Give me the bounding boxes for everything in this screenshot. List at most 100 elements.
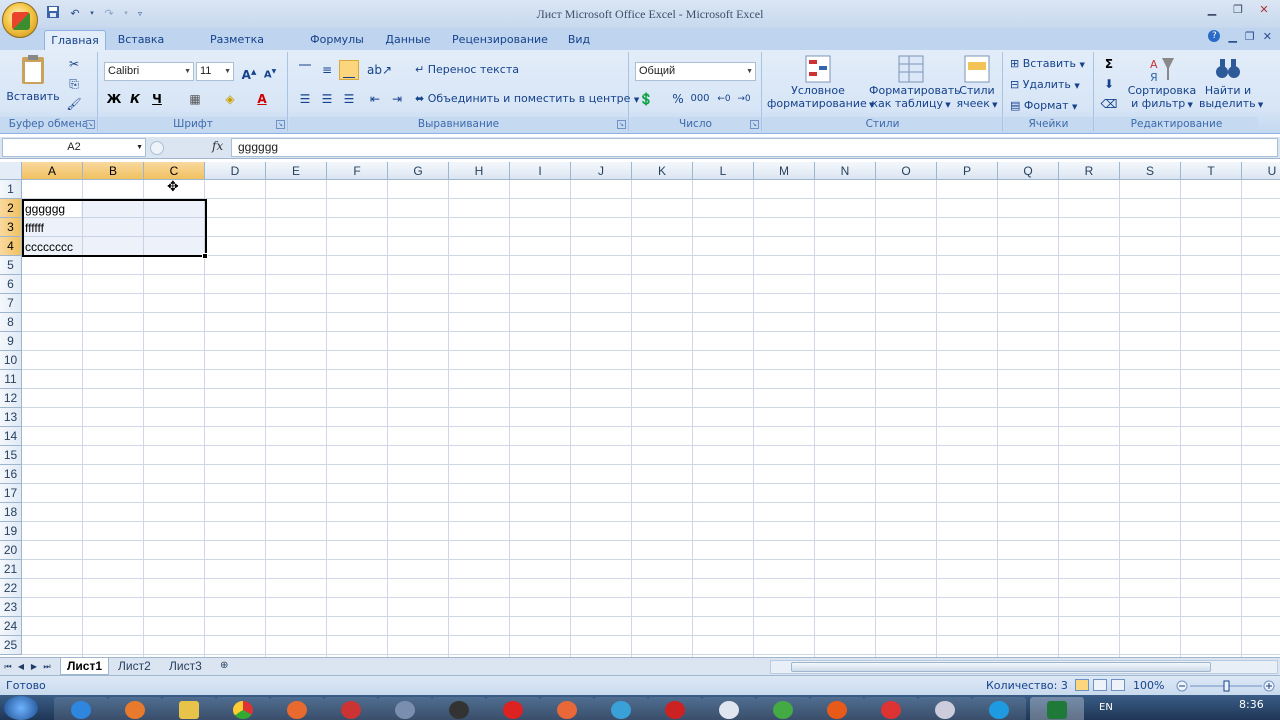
number-format-select[interactable]: Общий ▼ [635,62,756,81]
column-header-s[interactable]: S [1120,162,1181,180]
borders-icon[interactable]: ▦ [185,89,205,109]
normal-view-icon[interactable] [1075,679,1089,691]
fill-handle[interactable] [202,253,208,259]
tab-data[interactable]: Данные [380,30,436,50]
row-header-12[interactable]: 12 [0,389,22,408]
taskbar-app5-icon[interactable] [594,697,648,720]
number-launcher-icon[interactable]: ↘ [750,120,759,129]
page-break-view-icon[interactable] [1111,679,1125,691]
column-header-p[interactable]: P [937,162,998,180]
row-header-9[interactable]: 9 [0,332,22,351]
insert-function-button[interactable]: fx [212,139,223,153]
row-header-18[interactable]: 18 [0,503,22,522]
accounting-format-icon[interactable]: 💲 [636,89,656,109]
column-header-k[interactable]: K [632,162,693,180]
font-launcher-icon[interactable]: ↘ [276,120,285,129]
grow-font-icon[interactable]: A▲ [239,62,259,82]
orientation-icon[interactable]: ab↗ [367,60,392,80]
row-header-20[interactable]: 20 [0,541,22,560]
taskbar-excel-icon[interactable] [1030,697,1084,720]
column-header-c[interactable]: C [144,162,205,180]
zoom-level[interactable]: 100% [1133,679,1164,692]
tab-review[interactable]: Рецензирование [448,30,552,50]
fill-icon[interactable]: ⬇ [1099,74,1119,94]
sheet-tab-2[interactable]: Лист2 [112,658,157,675]
cell-a2[interactable]: gggggg [23,200,65,218]
row-header-17[interactable]: 17 [0,484,22,503]
column-header-g[interactable]: G [388,162,449,180]
column-header-o[interactable]: O [876,162,937,180]
thousands-button[interactable]: 000 [690,89,710,109]
cell-a4[interactable]: cccccccc [23,238,73,256]
horizontal-scrollbar[interactable] [770,660,1278,674]
column-header-j[interactable]: J [571,162,632,180]
prev-sheet-icon[interactable]: ◀ [15,660,27,673]
formula-divider-icon[interactable] [150,141,164,155]
clipboard-launcher-icon[interactable]: ↘ [86,120,95,129]
taskbar-explorer-icon[interactable] [162,697,216,720]
row-header-8[interactable]: 8 [0,313,22,332]
row-header-3[interactable]: 3 [0,218,22,237]
cut-icon[interactable]: ✂ [64,54,84,74]
align-middle-icon[interactable]: ≡ [317,60,337,80]
column-header-q[interactable]: Q [998,162,1059,180]
row-header-13[interactable]: 13 [0,408,22,427]
doc-restore-icon[interactable]: ❐ [1245,30,1255,43]
office-button[interactable] [2,2,38,38]
column-header-n[interactable]: N [815,162,876,180]
conditional-formatting-button[interactable]: Условное форматирование ▼ [767,54,874,110]
shrink-font-icon[interactable]: A▼ [260,62,280,82]
format-as-table-button[interactable]: Форматировать как таблицу ▼ [869,54,961,110]
row-header-24[interactable]: 24 [0,617,22,636]
taskbar-skype-icon[interactable] [972,697,1026,720]
column-header-t[interactable]: T [1181,162,1242,180]
merge-center-button[interactable]: ⬌ Объединить и поместить в центре ▼ [415,92,639,105]
row-header-22[interactable]: 22 [0,579,22,598]
row-header-7[interactable]: 7 [0,294,22,313]
page-layout-view-icon[interactable] [1093,679,1107,691]
taskbar-app2-icon[interactable] [378,697,432,720]
row-header-14[interactable]: 14 [0,427,22,446]
decrease-indent-icon[interactable]: ⇤ [365,89,385,109]
insert-sheet-icon[interactable]: ⊕ [214,658,234,675]
format-cells-button[interactable]: ▤ Формат ▼ [1010,99,1077,112]
delete-cells-button[interactable]: ⊟ Удалить ▼ [1010,78,1080,91]
taskbar-app6-icon[interactable] [702,697,756,720]
increase-decimal-icon[interactable]: ←0 [714,89,734,109]
cell-styles-button[interactable]: Стили ячеек ▼ [955,54,999,110]
row-header-25[interactable]: 25 [0,636,22,655]
restore-icon[interactable]: ❐ [1226,2,1250,18]
row-header-1[interactable]: 1 [0,180,22,199]
bold-button[interactable]: Ж [104,89,124,109]
column-header-d[interactable]: D [205,162,266,180]
taskbar-app9-icon[interactable] [918,697,972,720]
align-right-icon[interactable]: ☰ [339,89,359,109]
doc-minimize-icon[interactable]: ▁ [1228,30,1236,43]
taskbar-app7-icon[interactable] [810,697,864,720]
taskbar-app-icon[interactable] [324,697,378,720]
format-painter-icon[interactable]: 🖌 [64,94,84,114]
row-header-2[interactable]: 2 [0,199,22,218]
column-header-r[interactable]: R [1059,162,1120,180]
fill-color-icon[interactable]: ◈ [220,89,240,109]
taskbar-opera-icon[interactable] [486,697,540,720]
row-header-15[interactable]: 15 [0,446,22,465]
taskbar-acrobat-icon[interactable] [648,697,702,720]
align-center-icon[interactable]: ☰ [317,89,337,109]
tab-view[interactable]: Вид [562,30,596,50]
row-header-21[interactable]: 21 [0,560,22,579]
row-header-5[interactable]: 5 [0,256,22,275]
sort-filter-button[interactable]: AЯ Сортировка и фильтр ▼ [1127,54,1197,110]
taskbar-ie-icon[interactable] [54,697,108,720]
font-name-select[interactable]: Calibri ▼ [104,62,194,81]
next-sheet-icon[interactable]: ▶ [28,660,40,673]
first-sheet-icon[interactable]: ⏮ [2,660,14,673]
taskbar-firefox-icon[interactable] [270,697,324,720]
select-all-button[interactable] [0,162,22,180]
cell-a3[interactable]: ffffff [23,219,44,237]
row-header-23[interactable]: 23 [0,598,22,617]
column-header-u[interactable]: U [1242,162,1280,180]
taskbar-app8-icon[interactable] [864,697,918,720]
row-header-11[interactable]: 11 [0,370,22,389]
zoom-slider[interactable] [1176,679,1276,693]
